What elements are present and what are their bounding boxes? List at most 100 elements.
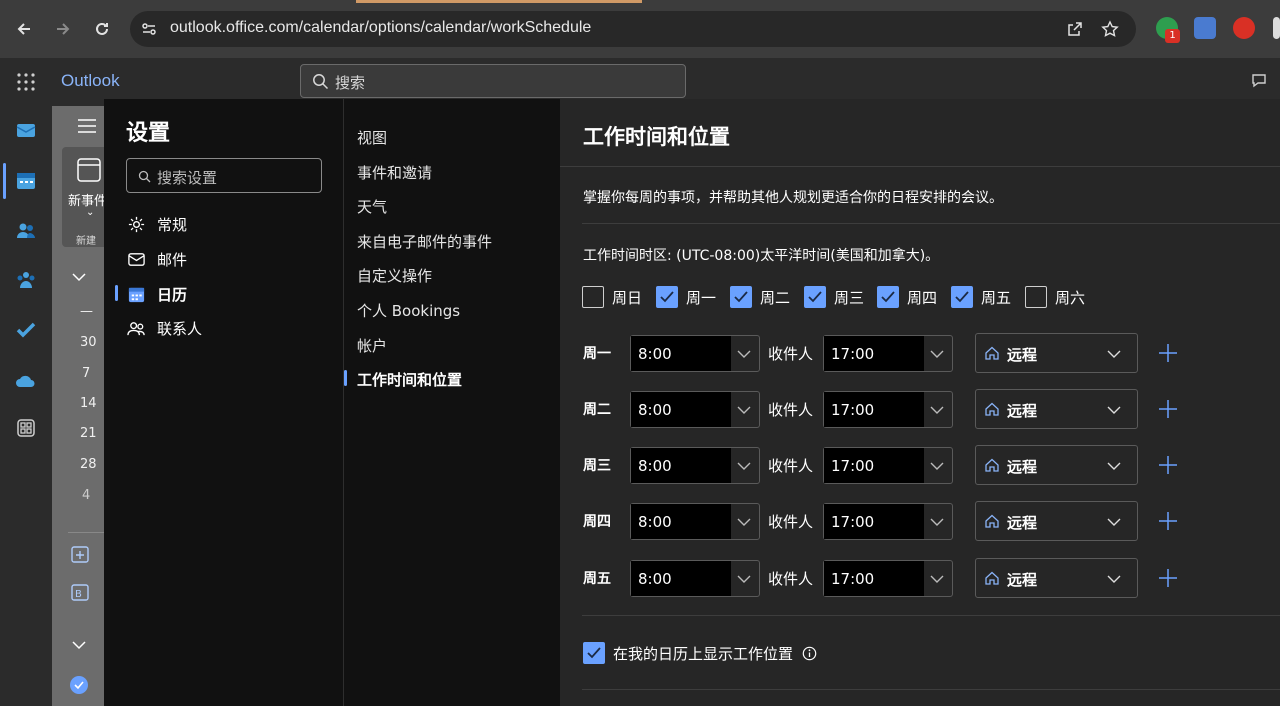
add-calendar-icon[interactable] [70,544,90,564]
start-time-select[interactable]: 8:00 [630,560,760,597]
row-day-label: 周四 [583,514,611,530]
end-time-select[interactable]: 17:00 [823,335,953,372]
category-calendar[interactable]: 日历 [126,282,326,306]
subsection-work-hours[interactable]: 工作时间和位置 [357,369,462,390]
info-icon[interactable] [802,646,817,661]
settings-search-input[interactable]: 搜索设置 [126,158,322,193]
bookmark-star-icon[interactable] [1099,18,1121,40]
add-icon[interactable] [1157,510,1179,532]
back-icon[interactable] [12,17,36,41]
add-icon[interactable] [1157,567,1179,589]
subsection-active-indicator [344,370,347,386]
timezone-text: 工作时间时区: (UTC-08:00)太平洋时间(美国和加拿大)。 [583,248,940,264]
add-icon[interactable] [1157,342,1179,364]
day-checkbox-sun[interactable]: 周日 [582,285,642,309]
row-day-label: 周五 [583,571,611,587]
day-checkbox-sat[interactable]: 周六 [1025,285,1085,309]
mini-cal-date[interactable]: 14 [80,396,97,411]
subsection-events-invites[interactable]: 事件和邀请 [357,162,432,183]
checkbox-checked[interactable] [951,286,973,308]
address-bar[interactable]: outlook.office.com/calendar/options/cale… [130,11,1136,47]
day-checkbox-fri[interactable]: 周五 [951,285,1011,309]
mini-cal-date[interactable]: 4 [82,488,90,503]
day-checkbox-mon[interactable]: 周一 [656,285,716,309]
app-launcher-icon[interactable] [16,72,36,92]
category-general[interactable]: 常规 [126,212,326,236]
chevron-down-icon [737,350,751,358]
open-external-icon[interactable] [1064,18,1086,40]
checkbox-checked[interactable] [583,642,605,664]
subsection-weather[interactable]: 天气 [357,196,387,217]
reload-icon[interactable] [90,17,114,41]
mini-cal-date[interactable]: 7 [82,366,90,381]
location-select[interactable]: 远程 [975,501,1138,541]
add-icon[interactable] [1157,398,1179,420]
start-time-select[interactable]: 8:00 [630,447,760,484]
location-select[interactable]: 远程 [975,333,1138,373]
onedrive-app-icon[interactable] [14,369,38,393]
subsection-personal-bookings[interactable]: 个人 Bookings [357,300,460,321]
chevron-down-icon [737,406,751,414]
show-work-location-checkbox[interactable]: 在我的日历上显示工作位置 [583,642,817,664]
location-select[interactable]: 远程 [975,445,1138,485]
calendar-app-icon[interactable] [14,169,38,193]
people-app-icon[interactable] [14,219,38,243]
active-tab-indicator [356,0,642,3]
end-time-select[interactable]: 17:00 [823,560,953,597]
location-select[interactable]: 远程 [975,558,1138,598]
end-time-value: 17:00 [824,561,924,596]
day-checkbox-tue[interactable]: 周二 [730,285,790,309]
app-title[interactable]: Outlook [61,71,120,91]
subsection-accounts[interactable]: 帐户 [357,335,387,356]
end-time-select[interactable]: 17:00 [823,503,953,540]
end-time-value: 17:00 [824,336,924,371]
mini-cal-date[interactable]: 28 [80,457,97,472]
more-apps-icon[interactable] [14,416,38,440]
start-time-select[interactable]: 8:00 [630,503,760,540]
site-settings-icon[interactable] [138,18,160,40]
checkbox[interactable] [1025,286,1047,308]
day-checkbox-wed[interactable]: 周三 [804,285,864,309]
location-select[interactable]: 远程 [975,389,1138,429]
checkbox[interactable] [582,286,604,308]
expand-chevron-icon[interactable] [70,638,88,652]
calendar-check-icon[interactable] [70,676,88,694]
checkbox-checked[interactable] [656,286,678,308]
hamburger-menu-icon[interactable] [76,118,98,134]
start-time-value: 8:00 [631,336,731,371]
forward-icon[interactable] [51,17,75,41]
checkbox-checked[interactable] [877,286,899,308]
checkbox-checked[interactable] [730,286,752,308]
location-value: 远程 [1007,458,1038,476]
todo-app-icon[interactable] [14,318,38,342]
bookings-icon[interactable]: B [70,582,90,602]
checkmark-icon [734,291,748,303]
mini-cal-date[interactable]: 30 [80,335,97,350]
checkmark-icon [587,647,601,659]
mail-app-icon[interactable] [14,118,38,142]
groups-app-icon[interactable] [14,268,38,292]
day-checkbox-thu[interactable]: 周四 [877,285,937,309]
translate-extension-icon[interactable] [1194,17,1216,39]
subsection-email-events[interactable]: 来自电子邮件的事件 [357,231,492,252]
add-icon[interactable] [1157,454,1179,476]
extension-red-icon[interactable] [1233,17,1255,39]
subsection-view[interactable]: 视图 [357,127,387,148]
extension-green-icon[interactable]: 1 [1156,17,1180,43]
mini-cal-date[interactable]: — [80,304,93,319]
end-time-select[interactable]: 17:00 [823,391,953,428]
day-label: 周一 [686,288,717,307]
start-time-select[interactable]: 8:00 [630,391,760,428]
profile-avatar[interactable] [1273,17,1280,39]
search-input[interactable]: 搜索 [300,64,686,98]
checkbox-checked[interactable] [804,286,826,308]
start-time-select[interactable]: 8:00 [630,335,760,372]
end-time-select[interactable]: 17:00 [823,447,953,484]
category-people[interactable]: 联系人 [126,316,326,340]
collapse-chevron-icon[interactable] [70,270,88,284]
url-text[interactable]: outlook.office.com/calendar/options/cale… [170,19,591,37]
category-mail[interactable]: 邮件 [126,247,326,271]
mini-cal-date[interactable]: 21 [80,426,97,441]
subsection-custom-actions[interactable]: 自定义操作 [357,265,432,286]
feedback-icon[interactable] [1250,71,1270,91]
